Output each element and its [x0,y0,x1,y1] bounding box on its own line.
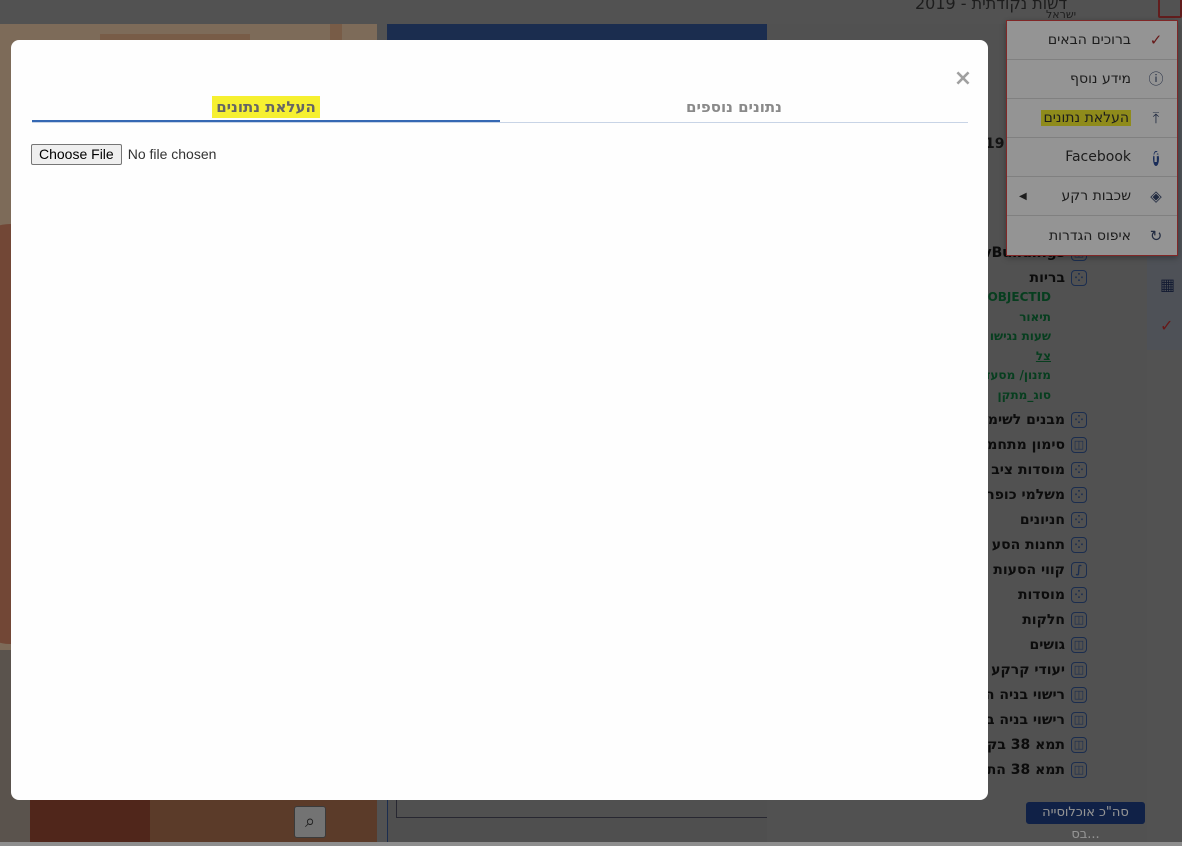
close-button[interactable]: × [951,66,975,92]
tab-additional-data[interactable]: נתונים נוספים [500,92,968,122]
file-input: Choose File No file chosen [31,143,216,165]
modal-tabs: העלאת נתונים נתונים נוספים [32,92,968,123]
file-status: No file chosen [127,146,217,162]
tab-upload-data[interactable]: העלאת נתונים [32,92,500,122]
tab-label: נתונים נוספים [686,98,782,116]
tab-label: העלאת נתונים [212,96,320,118]
upload-data-modal: × העלאת נתונים נתונים נוספים Choose File… [11,40,988,800]
choose-file-button[interactable]: Choose File [31,143,122,165]
